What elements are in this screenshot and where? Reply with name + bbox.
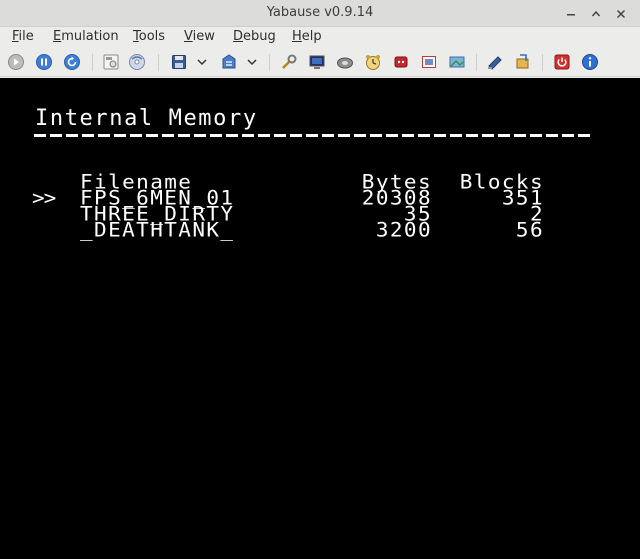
settings-icon[interactable] bbox=[280, 53, 298, 71]
menu-tools[interactable]: Tools bbox=[133, 29, 165, 44]
toolbar-separator bbox=[269, 54, 270, 71]
save-state-icon[interactable] bbox=[170, 53, 188, 71]
menu-file[interactable]: File bbox=[12, 29, 34, 44]
close-icon bbox=[616, 9, 626, 19]
vdp1-icon[interactable] bbox=[308, 53, 326, 71]
window-title: Yabause v0.9.14 bbox=[266, 5, 374, 20]
quit-icon[interactable] bbox=[553, 53, 571, 71]
file-row[interactable]: _DEATHTANK_ 3200 56 bbox=[0, 218, 640, 242]
toolbar-separator bbox=[158, 54, 159, 71]
memory-editor-icon[interactable] bbox=[486, 53, 504, 71]
maximize-icon bbox=[591, 10, 601, 17]
file-blocks: 56 bbox=[515, 218, 544, 242]
title-bar[interactable]: Yabause v0.9.14 bbox=[0, 0, 640, 27]
reset-icon[interactable] bbox=[63, 53, 81, 71]
cdrom-drive-icon[interactable] bbox=[336, 53, 354, 71]
selection-cursor: >> bbox=[32, 186, 56, 210]
pause-icon[interactable] bbox=[35, 53, 53, 71]
file-name: _DEATHTANK_ bbox=[80, 218, 235, 242]
menu-help[interactable]: Help bbox=[292, 29, 322, 44]
heading-divider bbox=[34, 134, 592, 137]
minimize-button[interactable] bbox=[564, 7, 578, 21]
toolbar bbox=[0, 48, 640, 77]
file-bytes: 3200 bbox=[375, 218, 432, 242]
transfer-icon[interactable] bbox=[514, 53, 532, 71]
emulator-screen[interactable]: Internal Memory Filename Bytes Blocks >>… bbox=[0, 78, 640, 559]
about-icon[interactable] bbox=[581, 53, 599, 71]
save-state-dropdown[interactable] bbox=[197, 56, 207, 68]
yabause-window: Yabause v0.9.14 File Emulation Tools Vie… bbox=[0, 0, 640, 559]
screenshot-icon[interactable] bbox=[448, 53, 466, 71]
load-state-dropdown[interactable] bbox=[247, 56, 257, 68]
menu-view[interactable]: View bbox=[184, 29, 215, 44]
toolbar-separator bbox=[542, 54, 543, 71]
cartridge-icon[interactable] bbox=[392, 53, 410, 71]
menu-emulation[interactable]: Emulation bbox=[53, 29, 119, 44]
timer-icon[interactable] bbox=[364, 53, 382, 71]
maximize-button[interactable] bbox=[589, 7, 603, 21]
toolbar-separator bbox=[476, 54, 477, 71]
toolbar-separator bbox=[92, 54, 93, 71]
menu-bar: File Emulation Tools View Debug Help bbox=[0, 27, 640, 48]
minimize-icon bbox=[567, 14, 575, 16]
memory-heading: Internal Memory bbox=[35, 106, 258, 131]
menu-debug[interactable]: Debug bbox=[233, 29, 276, 44]
fullscreen-icon[interactable] bbox=[420, 53, 438, 71]
load-state-icon[interactable] bbox=[220, 53, 238, 71]
open-cdrom-icon[interactable] bbox=[128, 53, 146, 71]
close-button[interactable] bbox=[614, 7, 628, 21]
run-icon[interactable] bbox=[7, 53, 25, 71]
open-iso-icon[interactable] bbox=[102, 53, 120, 71]
